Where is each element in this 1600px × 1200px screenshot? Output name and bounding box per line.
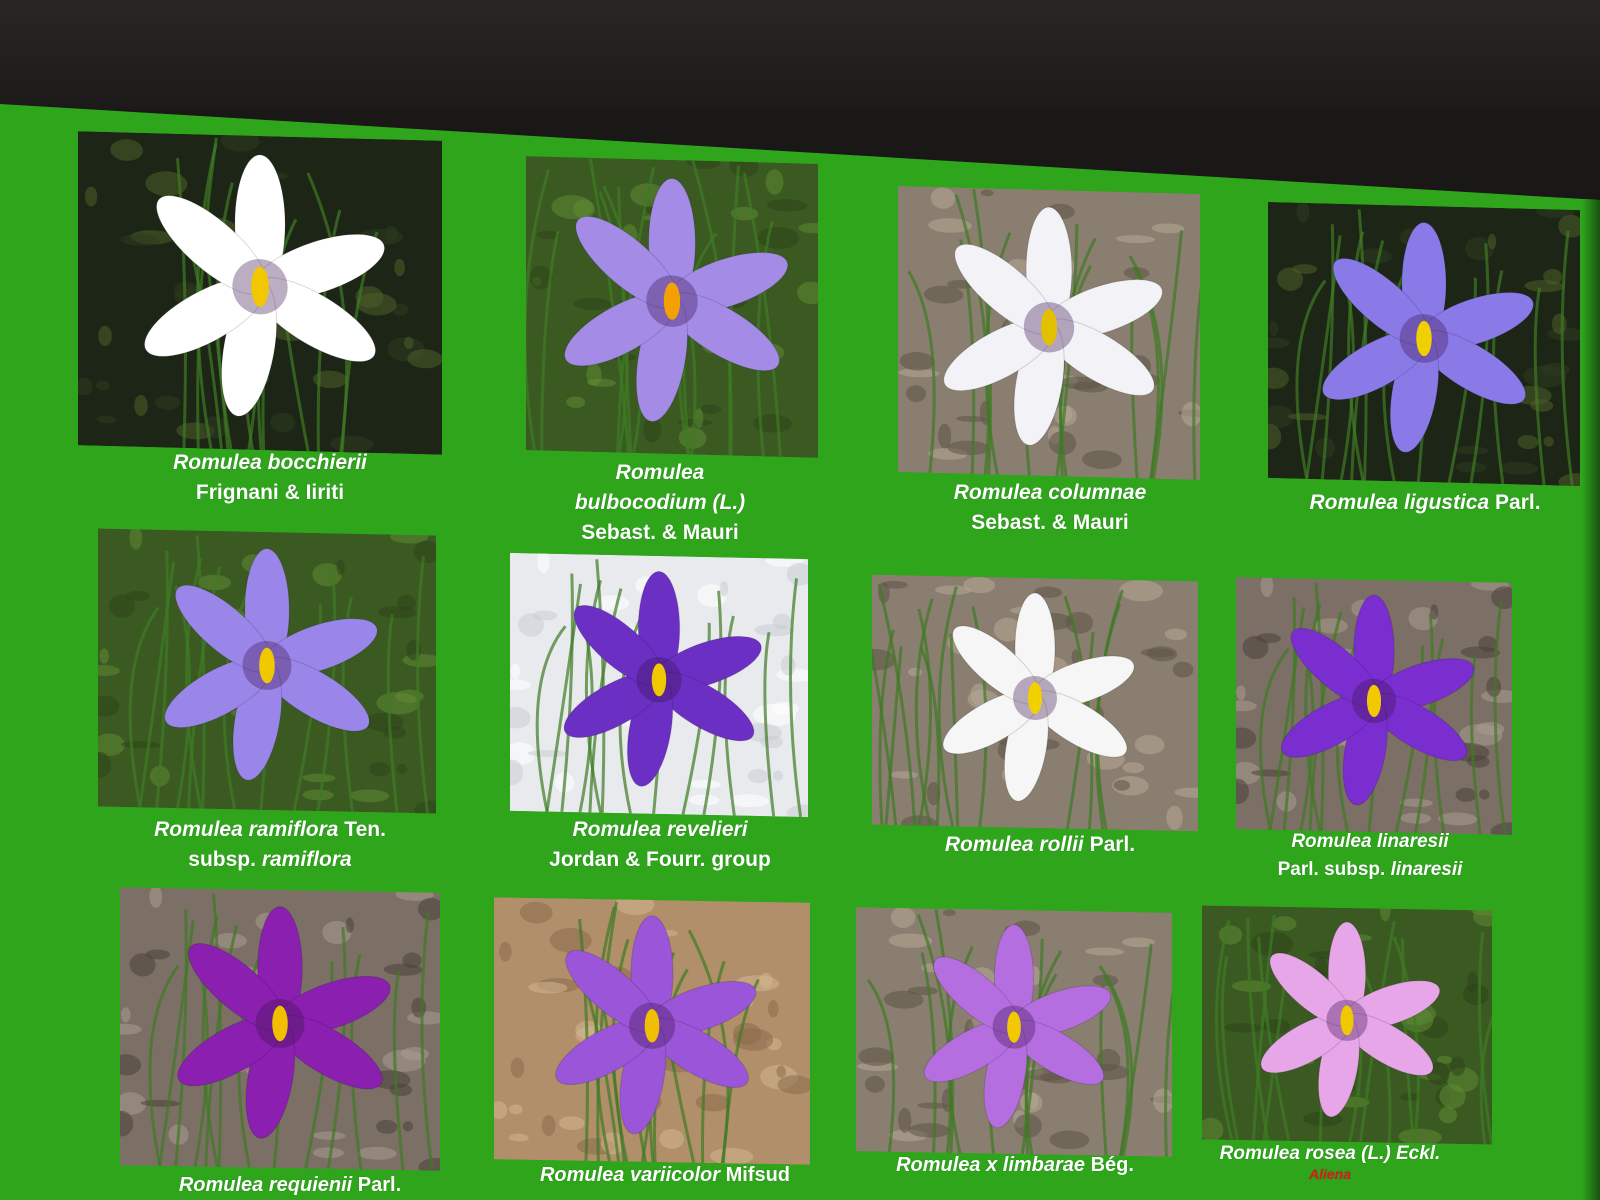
caption-line2: Jordan & Fourr. group bbox=[549, 848, 771, 871]
caption-bulbocodium: Romulea bulbocodium (L.) Sebast. & Mauri bbox=[510, 458, 810, 548]
caption-line2: Frignani & Iiriti bbox=[195, 481, 345, 504]
caption-subsp: subsp. bbox=[188, 848, 262, 871]
caption-authority: Mifsud bbox=[720, 1164, 791, 1186]
caption-line1: Romulea columnae bbox=[953, 481, 1147, 504]
caption-line2: Parl. subsp. linaresii bbox=[1220, 856, 1520, 884]
photo-romulea-requienii bbox=[120, 887, 440, 1171]
caption-line1: Romulea linaresii bbox=[1291, 831, 1449, 852]
caption-authority: Parl. bbox=[352, 1174, 402, 1196]
caption-authority: (L.) Eckl. bbox=[1355, 1143, 1441, 1164]
caption-line1: Romulea rollii Parl. bbox=[880, 830, 1200, 860]
caption-authority: Ten. bbox=[338, 818, 386, 841]
caption-line1: Romulea revelieri bbox=[572, 818, 748, 841]
caption-aliena: Aliena bbox=[1308, 1166, 1351, 1182]
photo-romulea-limbarae bbox=[856, 907, 1172, 1157]
caption-line2: subsp. ramiflora bbox=[110, 845, 430, 875]
monitor-bezel bbox=[0, 0, 1600, 110]
caption-line1: Romulea variicolor Mifsud bbox=[500, 1160, 830, 1190]
slide-screen: Romulea bocchierii Frignani & Iiriti Rom… bbox=[0, 104, 1600, 1200]
caption-line2: bulbocodium (L.) bbox=[574, 491, 746, 514]
caption-rollii: Romulea rollii Parl. bbox=[880, 830, 1200, 860]
photo-romulea-ramiflora bbox=[98, 528, 436, 814]
monitor-edge bbox=[1582, 200, 1600, 1200]
caption-line1: Romulea rosea (L.) Eckl. bbox=[1180, 1142, 1480, 1166]
caption-line3: Sebast. & Mauri bbox=[581, 521, 739, 544]
caption-columnae: Romulea columnae Sebast. & Mauri bbox=[900, 478, 1200, 538]
caption-italic: Romulea ramiflora bbox=[154, 818, 339, 841]
photo-romulea-rollii bbox=[872, 574, 1198, 832]
photo-romulea-rosea bbox=[1202, 905, 1492, 1145]
caption-line1: Romulea bocchierii bbox=[173, 451, 367, 474]
caption-italic: Romulea variicolor bbox=[539, 1164, 721, 1186]
caption-italic: Romulea ligustica bbox=[1309, 491, 1490, 514]
caption-requienii: Romulea requienii Parl. bbox=[130, 1170, 450, 1200]
photo-romulea-variicolor bbox=[494, 897, 810, 1165]
caption-line1: Romulea ligustica Parl. bbox=[1260, 488, 1590, 518]
photo-romulea-revelieri bbox=[510, 552, 808, 818]
photo-romulea-bulbocodium bbox=[526, 156, 818, 458]
caption-ramiflora: Romulea ramiflora Ten. subsp. ramiflora bbox=[110, 815, 430, 875]
caption-variicolor: Romulea variicolor Mifsud bbox=[500, 1160, 830, 1190]
caption-limbarae: Romulea x limbarae Bég. bbox=[850, 1150, 1180, 1180]
caption-italic: Romulea rollii bbox=[944, 833, 1084, 856]
caption-italic: ramiflora bbox=[261, 848, 352, 871]
caption-bocchierii: Romulea bocchierii Frignani & Iiriti bbox=[120, 448, 420, 508]
caption-authority: Parl. bbox=[1489, 491, 1541, 514]
caption-subsp: Parl. subsp. bbox=[1277, 859, 1391, 880]
caption-italic: linaresii bbox=[1390, 859, 1463, 880]
caption-linaresii: Romulea linaresii Parl. subsp. linaresii bbox=[1220, 828, 1520, 884]
caption-revelieri: Romulea revelieri Jordan & Fourr. group bbox=[500, 815, 820, 875]
photo-romulea-ligustica bbox=[1268, 201, 1580, 487]
caption-italic: Romulea rosea bbox=[1219, 1143, 1356, 1164]
caption-ligustica: Romulea ligustica Parl. bbox=[1260, 488, 1590, 518]
caption-line1: Romulea x limbarae Bég. bbox=[850, 1150, 1180, 1180]
photo-romulea-columnae bbox=[898, 186, 1200, 480]
photo-romulea-linaresii bbox=[1236, 577, 1512, 835]
caption-authority: Bég. bbox=[1085, 1154, 1134, 1176]
photo-romulea-bocchierii bbox=[78, 131, 442, 455]
caption-rosea: Romulea rosea (L.) Eckl. Aliena bbox=[1180, 1142, 1480, 1182]
caption-italic: Romulea requienii bbox=[178, 1174, 353, 1196]
caption-line2: Sebast. & Mauri bbox=[971, 511, 1129, 534]
caption-authority: Parl. bbox=[1083, 833, 1136, 856]
caption-line1: Romulea ramiflora Ten. bbox=[110, 815, 430, 845]
caption-line1: Romulea bbox=[615, 461, 705, 484]
caption-italic: Romulea x limbarae bbox=[896, 1154, 1086, 1176]
caption-line1: Romulea requienii Parl. bbox=[130, 1170, 450, 1200]
